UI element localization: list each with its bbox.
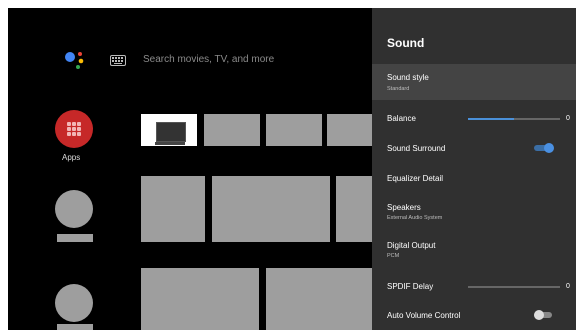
apps-label: Apps: [62, 153, 81, 162]
item-label: Sound style: [387, 73, 429, 82]
auto-volume-control-toggle[interactable]: [534, 310, 554, 320]
toggle-knob: [534, 310, 544, 320]
speakers-item[interactable]: Speakers External Audio System: [372, 196, 576, 232]
panel-title: Sound: [387, 36, 425, 50]
android-tv-home: Search movies, TV, and more Apps Sound S…: [0, 0, 580, 330]
spdif-delay-value: 0: [566, 283, 570, 290]
tile[interactable]: [266, 114, 322, 146]
tile-live-tv[interactable]: [141, 114, 197, 146]
search-input[interactable]: Search movies, TV, and more: [143, 54, 274, 65]
channel-label-2: [57, 324, 93, 330]
tv-icon: [155, 122, 186, 145]
tile[interactable]: [327, 114, 372, 146]
tile[interactable]: [212, 176, 330, 242]
google-assistant-icon[interactable]: [64, 50, 86, 70]
item-label: Sound Surround: [387, 144, 446, 153]
spdif-delay-slider[interactable]: [468, 286, 560, 288]
item-label: Digital Output: [387, 241, 436, 250]
tile[interactable]: [266, 268, 372, 330]
channel-icon-2[interactable]: [55, 284, 93, 322]
item-label: Auto Volume Control: [387, 311, 461, 320]
item-value: External Audio System: [387, 215, 443, 221]
apps-grid-icon: [67, 122, 81, 136]
balance-item[interactable]: Balance 0: [372, 104, 576, 138]
screen-frame-left: [0, 0, 8, 330]
item-value: PCM: [387, 253, 400, 259]
item-value: Standard: [387, 86, 410, 92]
equalizer-detail-item[interactable]: Equalizer Detail: [372, 164, 576, 198]
balance-slider[interactable]: [468, 118, 560, 120]
tile[interactable]: [141, 176, 205, 242]
item-label: Speakers: [387, 203, 421, 212]
auto-volume-control-item[interactable]: Auto Volume Control: [372, 302, 576, 330]
toggle-knob: [544, 143, 554, 153]
tile[interactable]: [204, 114, 260, 146]
keyboard-icon[interactable]: [110, 55, 126, 66]
sound-settings-panel: Sound Sound style Standard Balance 0 Sou…: [372, 8, 576, 330]
screen-frame-right: [576, 0, 580, 330]
channel-label-1: [57, 234, 93, 242]
sound-style-item[interactable]: Sound style Standard: [372, 64, 576, 100]
balance-slider-fill: [468, 118, 514, 120]
digital-output-item[interactable]: Digital Output PCM: [372, 236, 576, 272]
item-label: Equalizer Detail: [387, 174, 444, 183]
sound-surround-toggle[interactable]: [534, 143, 554, 153]
item-label: SPDIF Delay: [387, 282, 434, 291]
spdif-delay-item[interactable]: SPDIF Delay 0: [372, 272, 576, 306]
item-label: Balance: [387, 114, 416, 123]
tile[interactable]: [336, 176, 372, 242]
tile[interactable]: [141, 268, 259, 330]
sound-surround-item[interactable]: Sound Surround: [372, 134, 576, 168]
apps-icon[interactable]: [55, 110, 93, 148]
balance-value: 0: [566, 115, 570, 122]
screen-frame-top: [0, 0, 580, 8]
channel-icon-1[interactable]: [55, 190, 93, 228]
